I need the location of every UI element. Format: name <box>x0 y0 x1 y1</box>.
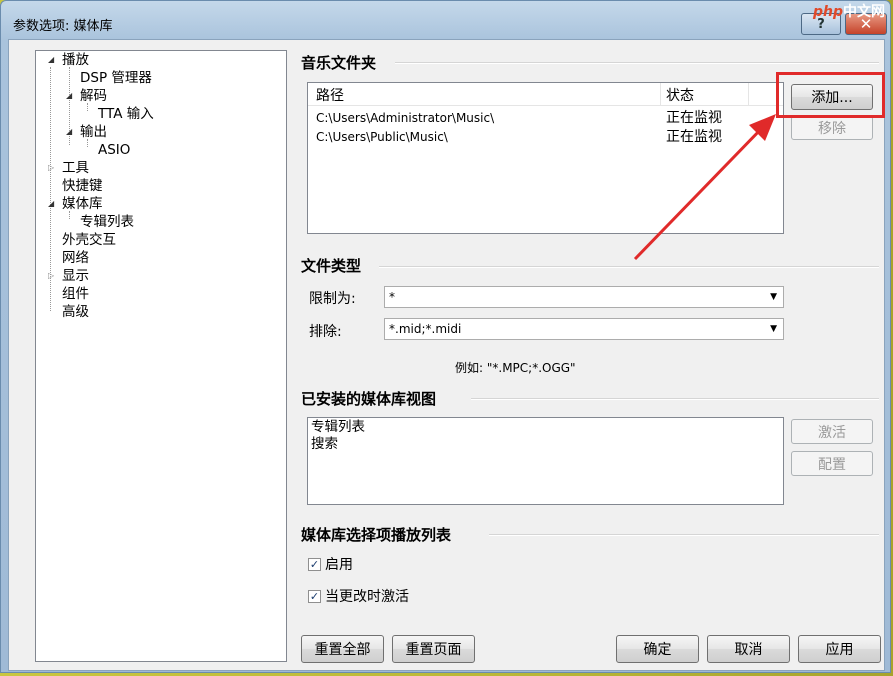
list-item-status: 正在监视 <box>666 129 722 145</box>
tree-item-hotkeys[interactable]: 快捷键 <box>62 177 103 195</box>
annotation-highlight-box <box>776 72 885 118</box>
column-status[interactable]: 状态 <box>666 85 694 105</box>
tree-item-output[interactable]: 输出 <box>80 123 107 141</box>
list-item-status: 正在监视 <box>666 110 722 126</box>
group-divider <box>395 62 879 64</box>
column-path[interactable]: 路径 <box>316 85 344 105</box>
group-divider <box>379 266 879 268</box>
dropdown-arrow-icon: ▼ <box>770 324 777 334</box>
list-item[interactable]: C:\Users\Public\Music\ <box>316 128 448 146</box>
exclude-label: 排除: <box>309 324 342 340</box>
exclude-combo[interactable]: *.mid;*.midi ▼ <box>384 318 784 340</box>
views-list[interactable]: 专辑列表 搜索 <box>307 417 784 505</box>
reset-page-button[interactable]: 重置页面 <box>392 635 475 663</box>
enable-label[interactable]: 启用 <box>325 554 353 574</box>
dialog-client: ◢ 播放 DSP 管理器 ◢ 解码 TTA 输入 ◢ 输出 ASIO ▷ 工具 … <box>8 39 885 671</box>
music-folders-list[interactable]: 路径 状态 C:\Users\Administrator\Music\ 正在监视… <box>307 82 784 234</box>
settings-tree[interactable]: ◢ 播放 DSP 管理器 ◢ 解码 TTA 输入 ◢ 输出 ASIO ▷ 工具 … <box>35 50 287 662</box>
activate-on-change-label[interactable]: 当更改时激活 <box>325 586 409 606</box>
expand-open-icon[interactable]: ◢ <box>48 51 54 69</box>
tree-item-network[interactable]: 网络 <box>62 249 89 267</box>
exclude-value: *.mid;*.midi <box>389 322 462 336</box>
group-divider <box>471 398 879 400</box>
file-type-example: 例如: "*.MPC;*.OGG" <box>455 361 576 375</box>
list-item[interactable]: 搜索 <box>311 435 338 453</box>
apply-button[interactable]: 应用 <box>798 635 881 663</box>
tree-item-media-library[interactable]: 媒体库 <box>62 195 103 213</box>
enable-checkbox[interactable]: ✓ <box>308 558 321 571</box>
restrict-label: 限制为: <box>309 291 356 307</box>
tree-item-dsp-manager[interactable]: DSP 管理器 <box>80 69 152 87</box>
tree-item-advanced[interactable]: 高级 <box>62 303 89 321</box>
file-types-heading: 文件类型 <box>301 257 362 275</box>
ok-button[interactable]: 确定 <box>616 635 699 663</box>
watermark-logo: php中文网 <box>813 4 886 20</box>
preferences-window: 参数选项: 媒体库 ? ✕ php中文网 ◢ 播放 DSP 管理器 ◢ 解码 T… <box>0 0 891 673</box>
expand-open-icon[interactable]: ◢ <box>66 87 72 105</box>
expand-open-icon[interactable]: ◢ <box>66 123 72 141</box>
cancel-button[interactable]: 取消 <box>707 635 790 663</box>
expand-closed-icon[interactable]: ▷ <box>48 159 54 177</box>
music-folders-heading: 音乐文件夹 <box>301 54 377 72</box>
group-divider <box>489 534 879 536</box>
expand-closed-icon[interactable]: ▷ <box>48 267 54 285</box>
dropdown-arrow-icon: ▼ <box>770 292 777 302</box>
tree-item-asio[interactable]: ASIO <box>98 141 130 159</box>
tree-item-playback[interactable]: 播放 <box>62 51 89 69</box>
restrict-combo[interactable]: * ▼ <box>384 286 784 308</box>
window-title: 参数选项: 媒体库 <box>13 19 113 34</box>
reset-all-button[interactable]: 重置全部 <box>301 635 384 663</box>
tree-item-display[interactable]: 显示 <box>62 267 89 285</box>
list-header: 路径 状态 <box>308 83 783 106</box>
views-heading: 已安装的媒体库视图 <box>301 390 437 408</box>
configure-view-button[interactable]: 配置 <box>791 451 873 476</box>
tree-item-tta-input[interactable]: TTA 输入 <box>98 105 154 123</box>
tree-item-tools[interactable]: 工具 <box>62 159 89 177</box>
tree-item-components[interactable]: 组件 <box>62 285 89 303</box>
activate-view-button[interactable]: 激活 <box>791 419 873 444</box>
remove-folder-button[interactable]: 移除 <box>791 116 873 140</box>
list-item[interactable]: 专辑列表 <box>311 418 365 436</box>
tree-item-album-list[interactable]: 专辑列表 <box>80 213 134 231</box>
tree-item-decoding[interactable]: 解码 <box>80 87 107 105</box>
expand-open-icon[interactable]: ◢ <box>48 195 54 213</box>
activate-on-change-checkbox[interactable]: ✓ <box>308 590 321 603</box>
tree-item-shell-integration[interactable]: 外壳交互 <box>62 231 116 249</box>
title-bar[interactable]: 参数选项: 媒体库 ? ✕ php中文网 <box>1 1 890 39</box>
column-divider <box>660 83 661 105</box>
restrict-value: * <box>389 290 395 304</box>
list-item[interactable]: C:\Users\Administrator\Music\ <box>316 109 494 127</box>
playlist-heading: 媒体库选择项播放列表 <box>301 526 452 544</box>
column-divider <box>748 83 749 105</box>
